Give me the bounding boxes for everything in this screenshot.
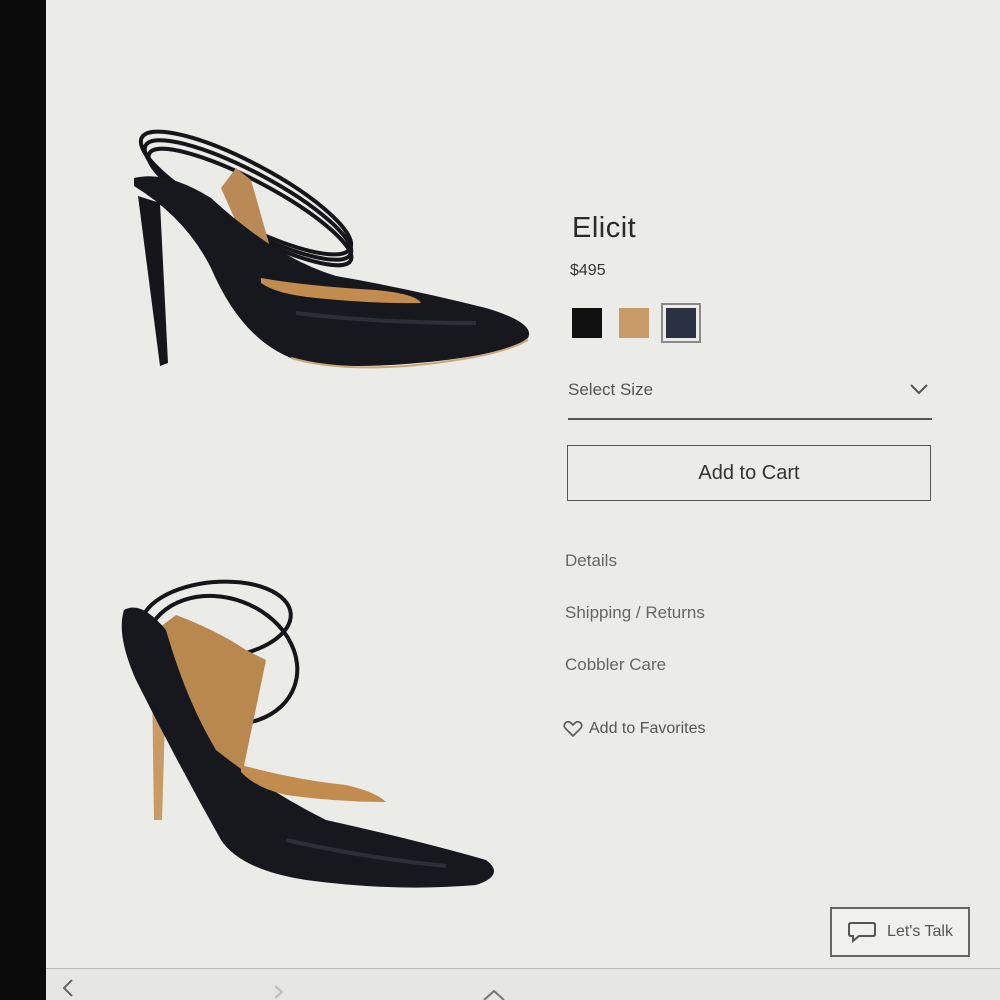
swatch-tan[interactable] (619, 308, 649, 338)
chevron-down-icon (910, 384, 928, 395)
browser-bottom-bar (46, 968, 1000, 1000)
product-image-angled[interactable] (66, 540, 536, 900)
product-price: $495 (570, 262, 606, 279)
details-link[interactable]: Details (565, 551, 617, 571)
swatch-navy[interactable] (661, 303, 701, 343)
cobbler-care-link[interactable]: Cobbler Care (565, 655, 666, 675)
lets-talk-button[interactable]: Let's Talk (830, 907, 970, 957)
size-select-label: Select Size (568, 380, 654, 399)
swatch-black[interactable] (572, 308, 602, 338)
color-swatches (572, 303, 701, 343)
back-arrow-icon[interactable] (60, 977, 76, 999)
add-to-favorites-button[interactable]: Add to Favorites (563, 720, 706, 738)
product-title: Elicit (572, 212, 637, 244)
share-icon[interactable] (482, 989, 506, 1000)
product-image-side[interactable] (76, 108, 536, 388)
forward-arrow-icon[interactable] (272, 983, 286, 1000)
lets-talk-label: Let's Talk (887, 923, 953, 940)
product-page: Elicit $495 Select Size Add to Cart Deta… (46, 0, 1000, 1000)
add-to-favorites-label: Add to Favorites (589, 720, 706, 737)
size-select[interactable]: Select Size (568, 372, 932, 420)
chat-bubble-icon (848, 922, 877, 944)
add-to-cart-button[interactable]: Add to Cart (567, 445, 931, 501)
heart-icon (563, 720, 583, 738)
shipping-returns-link[interactable]: Shipping / Returns (565, 603, 705, 623)
